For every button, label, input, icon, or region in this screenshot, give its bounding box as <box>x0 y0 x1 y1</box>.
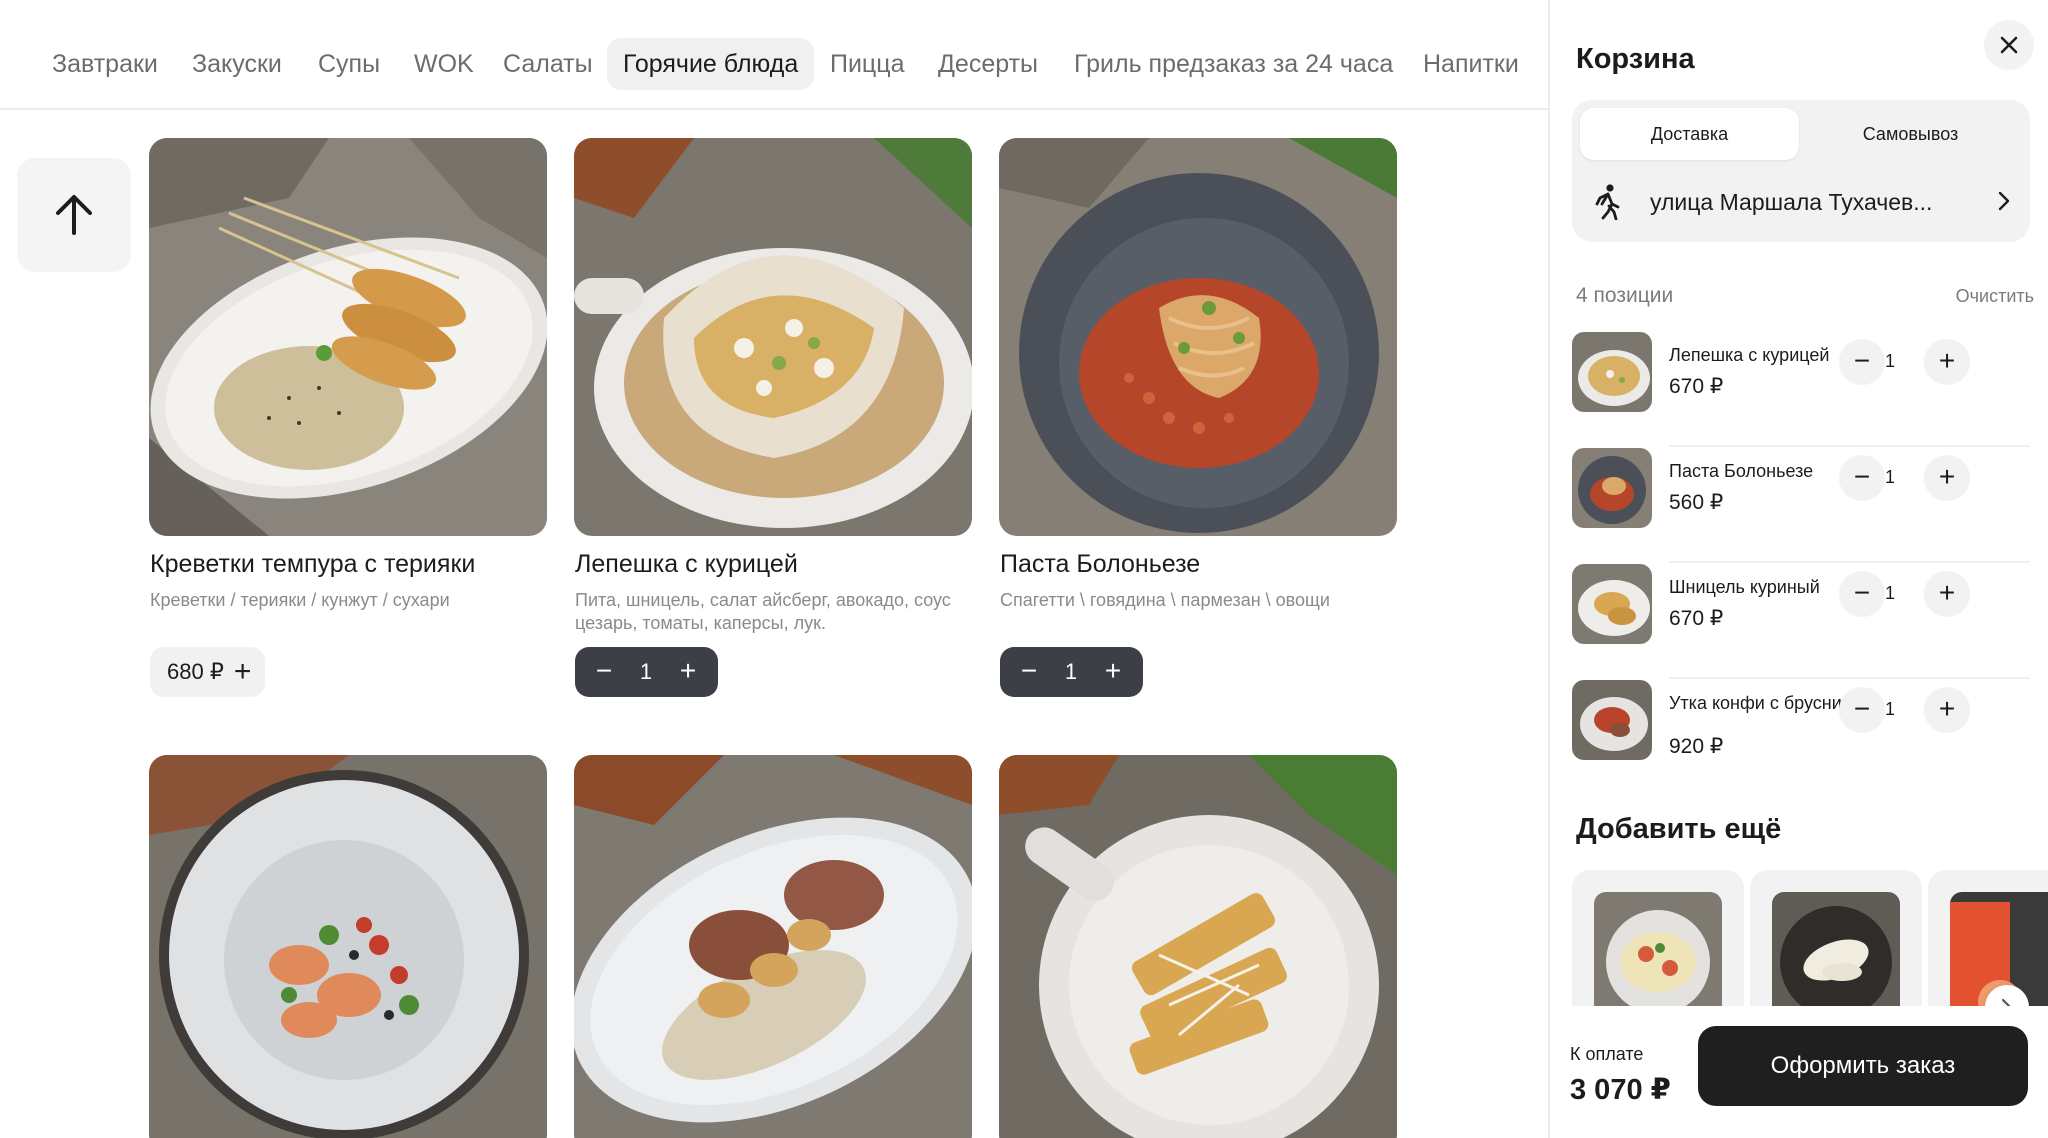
cart-item: Лепешка с курицей 670 ₽ − 1 + <box>1572 332 2030 447</box>
tab-breakfast[interactable]: Завтраки <box>52 38 158 90</box>
close-icon <box>2000 36 2018 54</box>
quantity-value: 1 <box>1884 351 1895 371</box>
cart-item-price: 670 ₽ <box>1669 607 1724 630</box>
product-photo[interactable] <box>149 755 547 1138</box>
total-amount: 3 070 ₽ <box>1570 1074 1671 1106</box>
tab-soups[interactable]: Супы <box>318 38 380 90</box>
suggestion-photo <box>1772 892 1900 1020</box>
product-title: Паста Болоньезе <box>1000 550 1201 578</box>
increase-button[interactable]: + <box>1924 455 1970 501</box>
quantity-value: 1 <box>1884 583 1895 603</box>
delivery-mode-toggle: Доставка Самовывоз <box>1580 108 2022 162</box>
product-card[interactable]: Лепешка с курицей Пита, шницель, салат а… <box>574 138 972 698</box>
product-title: Лепешка с курицей <box>575 550 798 578</box>
product-card[interactable] <box>999 755 1397 1138</box>
product-photo[interactable] <box>574 138 972 536</box>
product-card[interactable]: Креветки темпура с терияки Креветки / те… <box>149 138 547 698</box>
decrease-button[interactable]: − <box>1014 647 1044 697</box>
cart-items-count: 4 позиции <box>1576 284 1674 307</box>
cart-item-photo <box>1572 680 1652 760</box>
product-description: Пита, шницель, салат айсберг, авокадо, с… <box>575 590 951 633</box>
increase-button[interactable]: + <box>1924 687 1970 733</box>
tab-grill-preorder[interactable]: Гриль предзаказ за 24 часа <box>1074 38 1393 90</box>
product-photo[interactable] <box>574 755 972 1138</box>
total-label: К оплате <box>1570 1044 1644 1064</box>
cart-panel: Корзина Доставка Самовывоз улица Маршала… <box>1548 0 2048 1138</box>
add-to-cart-button[interactable]: 680 ₽ + <box>150 647 266 697</box>
product-title: Креветки темпура с терияки <box>150 550 476 578</box>
add-more-title: Добавить ещё <box>1576 813 1782 845</box>
cart-title: Корзина <box>1576 43 1695 75</box>
clear-cart-button[interactable]: Очистить <box>1956 286 2034 307</box>
cart-item-photo <box>1572 332 1652 412</box>
tab-delivery[interactable]: Доставка <box>1580 108 1799 160</box>
divider <box>1669 677 2030 679</box>
product-card[interactable]: Паста Болоньезе Спагетти \ говядина \ па… <box>999 138 1397 698</box>
increase-button[interactable]: + <box>673 647 703 697</box>
checkout-footer: К оплате 3 070 ₽ Оформить заказ <box>1550 1006 2048 1138</box>
product-card[interactable] <box>149 755 547 1138</box>
checkout-button[interactable]: Оформить заказ <box>1698 1026 2028 1106</box>
product-price: 680 ₽ <box>167 659 224 684</box>
product-description: Спагетти \ говядина \ пармезан \ овощи <box>1000 590 1330 610</box>
tab-wok[interactable]: WOK <box>414 38 474 90</box>
category-bar: Завтраки Закуски Супы WOK Салаты Горячие… <box>0 0 1548 110</box>
cart-item-price: 560 ₽ <box>1669 491 1724 514</box>
tab-pizza[interactable]: Пицца <box>830 38 904 90</box>
suggestion-photo <box>1594 892 1722 1020</box>
cart-item-photo <box>1572 448 1652 528</box>
tab-pickup[interactable]: Самовывоз <box>1801 108 2020 160</box>
product-photo[interactable] <box>149 138 547 536</box>
address-selector[interactable]: улица Маршала Тухачев... <box>1592 180 2012 224</box>
quantity-stepper: − 1 + <box>1000 647 1143 697</box>
increase-button[interactable]: + <box>1098 647 1128 697</box>
quantity-value: 1 <box>639 659 653 684</box>
cart-item-photo <box>1572 564 1652 644</box>
delivery-panel: Доставка Самовывоз улица Маршала Тухачев… <box>1572 100 2030 242</box>
plus-icon: + <box>233 655 252 688</box>
cart-item: Шницель куриный 670 ₽ − 1 + <box>1572 564 2030 679</box>
divider <box>1669 445 2030 447</box>
walking-person-icon <box>1595 184 1620 220</box>
product-description: Креветки / терияки / кунжут / сухари <box>150 590 450 610</box>
product-card[interactable] <box>574 755 972 1138</box>
divider <box>1669 561 2030 563</box>
quantity-value: 1 <box>1884 467 1895 487</box>
tab-hot-dishes[interactable]: Горячие блюда <box>607 38 815 90</box>
tab-drinks[interactable]: Напитки <box>1423 38 1519 90</box>
tab-snacks[interactable]: Закуски <box>192 38 282 90</box>
quantity-value: 1 <box>1884 699 1895 719</box>
cart-item-price: 920 ₽ <box>1669 735 1724 758</box>
tab-desserts[interactable]: Десерты <box>938 38 1038 90</box>
product-photo[interactable] <box>999 138 1397 536</box>
increase-button[interactable]: + <box>1924 571 1970 617</box>
cart-item: Утка конфи с брусникой 920 ₽ − 1 + <box>1572 680 2030 780</box>
increase-button[interactable]: + <box>1924 339 1970 385</box>
menu-area: Завтраки Закуски Супы WOK Салаты Горячие… <box>0 0 1548 1138</box>
product-photo[interactable] <box>999 755 1397 1138</box>
tab-salads[interactable]: Салаты <box>503 38 593 90</box>
decrease-button[interactable]: − <box>589 647 619 697</box>
arrow-up-icon <box>56 195 92 235</box>
scroll-top-button[interactable] <box>17 158 131 272</box>
delivery-address: улица Маршала Тухачев... <box>1650 189 1933 215</box>
cart-item: Паста Болоньезе 560 ₽ − 1 + <box>1572 448 2030 563</box>
quantity-stepper: − 1 + <box>575 647 718 697</box>
cart-item-price: 670 ₽ <box>1669 375 1724 398</box>
chevron-right-icon <box>1998 191 2010 211</box>
close-cart-button[interactable] <box>1984 20 2034 70</box>
quantity-value: 1 <box>1064 659 1078 684</box>
